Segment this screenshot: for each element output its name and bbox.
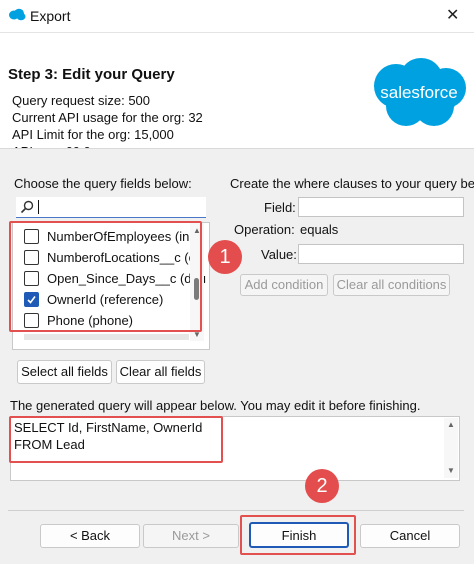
salesforce-cloud-icon <box>9 8 26 21</box>
select-all-fields-button[interactable]: Select all fields <box>17 360 112 384</box>
window-title: Export <box>30 8 71 24</box>
close-icon[interactable]: ✕ <box>446 5 459 25</box>
title-bar: Export ✕ <box>0 0 474 33</box>
operation-label: Operation: <box>234 222 295 237</box>
annotation-badge-2: 2 <box>305 469 339 503</box>
footer-divider <box>8 510 464 511</box>
api-limit: API Limit for the org: 15,000 <box>12 127 174 142</box>
salesforce-logo: salesforce <box>374 58 466 126</box>
where-field-input[interactable] <box>298 197 464 217</box>
current-api-usage: Current API usage for the org: 32 <box>12 110 203 125</box>
next-button[interactable]: Next > <box>143 524 239 548</box>
query-request-size: Query request size: 500 <box>12 93 151 108</box>
query-scroll-down-icon[interactable]: ▼ <box>447 466 455 475</box>
search-caret <box>38 200 39 214</box>
operation-value[interactable]: equals <box>300 222 338 237</box>
annotation-badge-1: 1 <box>208 240 242 274</box>
where-value-input[interactable] <box>298 244 464 264</box>
highlight-box-finish <box>240 515 356 555</box>
highlight-box-fields <box>9 221 202 332</box>
step-title: Step 3: Edit your Query <box>8 66 175 83</box>
fields-label: Choose the query fields below: <box>14 176 192 191</box>
search-icon <box>20 200 34 214</box>
query-label: The generated query will appear below. Y… <box>10 398 421 413</box>
api-version: API ... ... 60.0 <box>12 144 91 148</box>
clear-all-fields-button[interactable]: Clear all fields <box>116 360 205 384</box>
query-scroll-up-icon[interactable]: ▲ <box>447 420 455 429</box>
cancel-button[interactable]: Cancel <box>360 524 460 548</box>
back-button[interactable]: < Back <box>40 524 140 548</box>
add-condition-button[interactable]: Add condition <box>240 274 328 296</box>
salesforce-logo-text: salesforce <box>380 83 457 102</box>
field-search-input[interactable] <box>16 197 206 218</box>
value-label: Value: <box>261 247 297 262</box>
where-clause-label: Create the where clauses to your query b… <box>230 176 474 191</box>
field-label: Field: <box>264 200 296 215</box>
horizontal-scrollbar[interactable] <box>24 334 189 340</box>
highlight-box-query <box>9 416 223 463</box>
clear-all-conditions-button[interactable]: Clear all conditions <box>333 274 450 296</box>
